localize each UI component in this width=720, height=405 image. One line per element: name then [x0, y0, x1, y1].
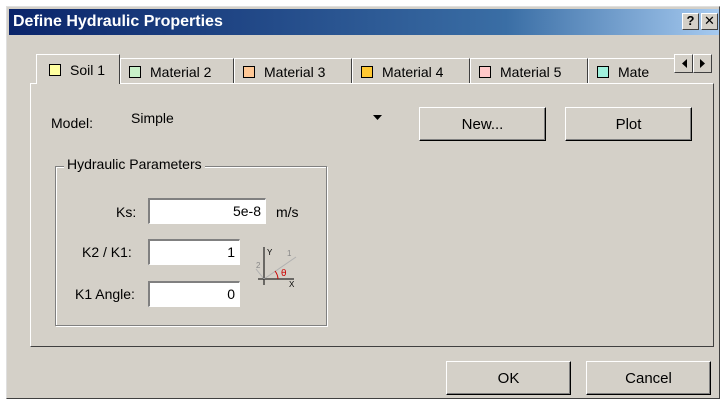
tab-label: Mate	[618, 63, 650, 80]
model-label: Model:	[51, 115, 94, 131]
diagram-theta-label: θ	[281, 269, 287, 279]
model-select[interactable]: Simple	[125, 106, 388, 130]
color-swatch-icon	[597, 65, 609, 78]
tab-label: Material 4	[382, 63, 444, 80]
tab-material-3[interactable]: Material 3	[234, 58, 352, 84]
diagram-y-label: Y	[267, 248, 273, 257]
help-button[interactable]: ?	[682, 13, 699, 30]
close-icon: ✕	[704, 13, 715, 28]
diagram-two-label: 2	[256, 261, 261, 270]
dropdown-arrow[interactable]	[368, 108, 386, 127]
tab-label: Soil 1	[70, 62, 106, 78]
ks-label: Ks:	[116, 204, 137, 220]
cancel-button[interactable]: Cancel	[586, 361, 711, 395]
tab-label: Material 2	[150, 63, 212, 80]
color-swatch-icon	[479, 65, 491, 78]
color-swatch-icon	[49, 64, 61, 76]
tab-scroll-left-button[interactable]	[674, 54, 693, 73]
k2k1-input[interactable]: 1	[148, 239, 240, 265]
chevron-down-icon	[372, 115, 382, 120]
tab-material-5[interactable]: Material 5	[470, 58, 588, 84]
plot-button[interactable]: Plot	[565, 107, 692, 141]
k2k1-label: K2 / K1:	[82, 244, 132, 260]
k1-angle-label: K1 Angle:	[75, 286, 135, 302]
new-button[interactable]: New...	[419, 107, 546, 141]
tab-material-4[interactable]: Material 4	[352, 58, 470, 84]
color-swatch-icon	[129, 65, 141, 78]
tab-scroll-right-button[interactable]	[693, 54, 712, 73]
ks-input[interactable]: 5e-8	[148, 198, 266, 224]
color-swatch-icon	[361, 65, 373, 78]
tab-soil-1[interactable]: Soil 1	[36, 54, 120, 84]
diagram-x-label: X	[289, 280, 295, 289]
group-title: Hydraulic Parameters	[64, 156, 205, 172]
material-tabs: Soil 1 Material 2 Material 3 Material 4 …	[30, 54, 714, 84]
k1-angle-input[interactable]: 0	[148, 281, 240, 307]
diagram-one-label: 1	[287, 249, 292, 258]
anisotropy-diagram-icon: Y X 1 2 θ	[255, 247, 297, 289]
arrow-right-icon	[699, 59, 705, 68]
arrow-left-icon	[681, 59, 687, 68]
tab-material-6[interactable]: Mate	[588, 58, 684, 84]
tab-label: Material 5	[500, 63, 562, 80]
close-button[interactable]: ✕	[701, 13, 718, 30]
ks-unit: m/s	[276, 204, 299, 220]
ok-button[interactable]: OK	[446, 361, 571, 395]
model-value: Simple	[131, 110, 174, 126]
color-swatch-icon	[243, 65, 255, 78]
title-bar: Define Hydraulic Properties ? ✕	[9, 9, 719, 35]
tab-material-2[interactable]: Material 2	[120, 58, 234, 84]
tab-label: Material 3	[264, 63, 326, 80]
window-title: Define Hydraulic Properties	[13, 13, 223, 30]
